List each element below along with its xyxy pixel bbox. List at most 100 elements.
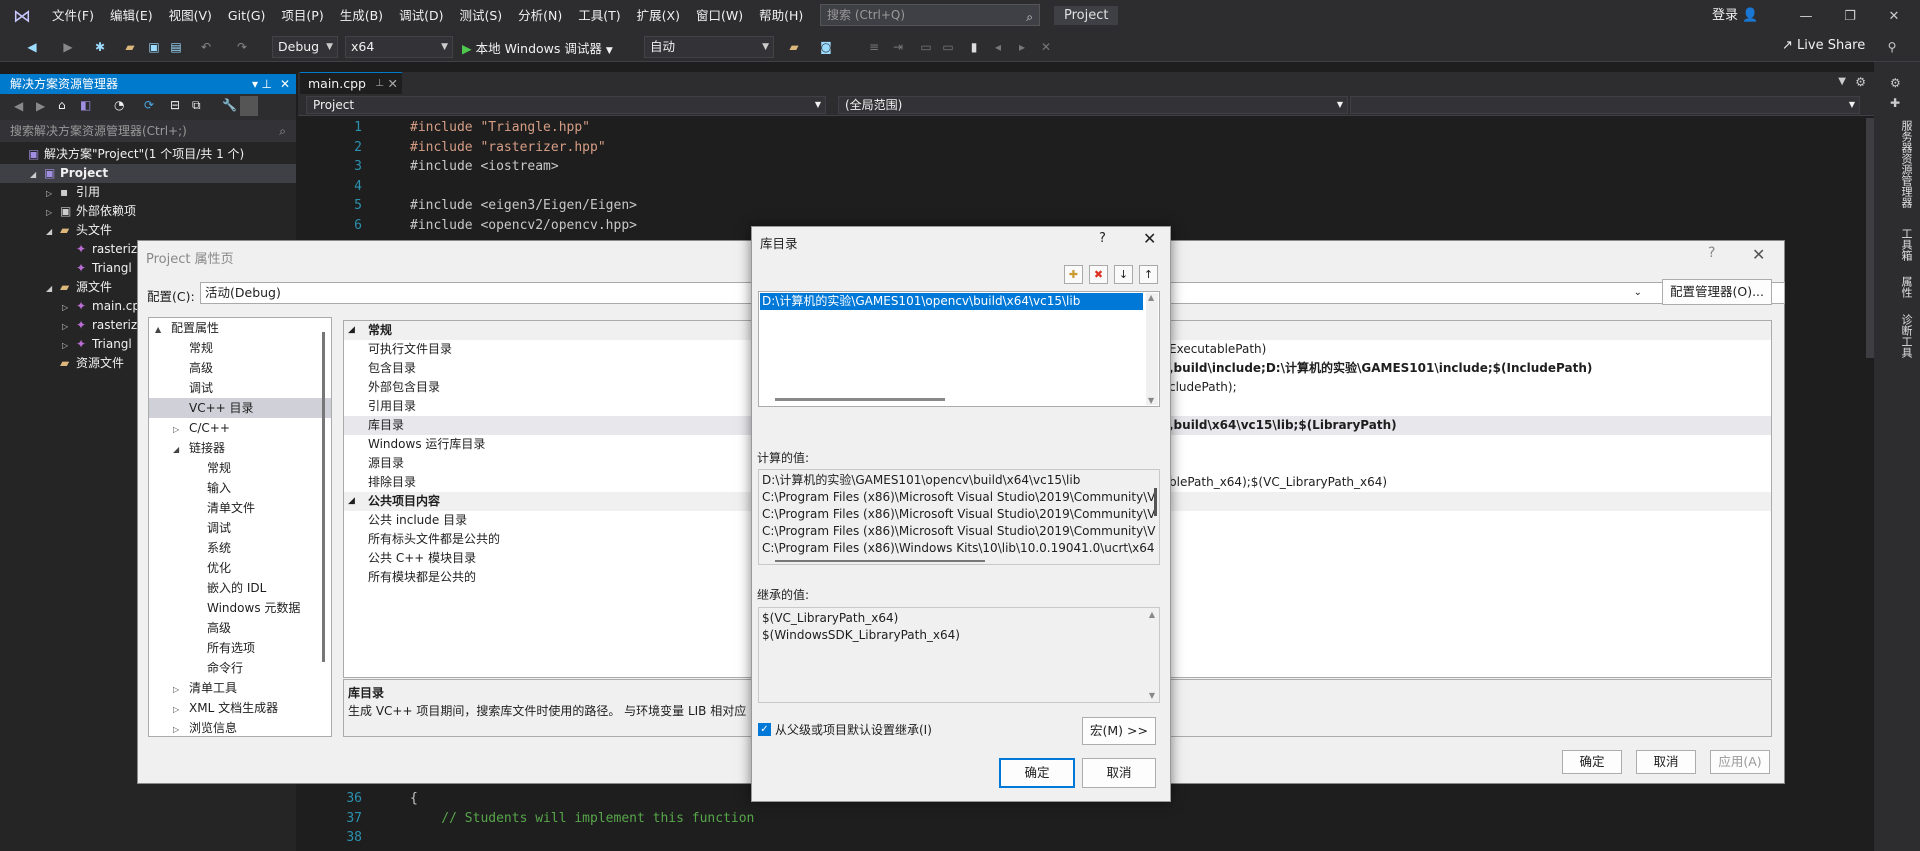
code-text[interactable]: #include <opencv2/opencv.hpp> — [410, 216, 637, 235]
property-value[interactable]: ExecutablePath) — [1169, 340, 1266, 359]
close-icon[interactable]: ✕ — [1143, 229, 1156, 248]
expander-icon[interactable]: ◢ — [46, 279, 60, 298]
diagnostic-tools-tab[interactable]: 诊断工具 — [1898, 314, 1914, 358]
editor-scrollbar[interactable] — [1866, 118, 1874, 358]
feedback-icon[interactable]: ⚲ — [1884, 39, 1900, 55]
evaluated-scrollbar[interactable] — [1154, 488, 1157, 516]
forward-icon[interactable]: ▶ — [60, 39, 76, 55]
pin-icon[interactable]: ⊥ — [262, 74, 272, 94]
macros-button[interactable]: 宏(M) >> — [1082, 717, 1156, 745]
solution-search-input[interactable]: 搜索解决方案资源管理器(Ctrl+;) ⌕ — [0, 120, 296, 142]
expander-icon[interactable]: ▷ — [173, 680, 189, 700]
expander-icon[interactable]: ◢ — [173, 440, 189, 460]
menu-item[interactable]: 分析(N) — [510, 0, 570, 32]
menu-item[interactable]: 视图(V) — [161, 0, 220, 32]
expander-icon[interactable]: ▷ — [46, 203, 60, 222]
property-tree-item[interactable]: 输入 — [149, 478, 331, 498]
close-icon[interactable]: ✕ — [1752, 245, 1765, 264]
help-icon[interactable]: ? — [1099, 231, 1106, 246]
menu-item[interactable]: 测试(S) — [451, 0, 510, 32]
property-tree-item[interactable]: 常规 — [149, 338, 331, 358]
property-tree-item[interactable]: 系统 — [149, 538, 331, 558]
help-icon[interactable]: ? — [1708, 245, 1715, 261]
comment-icon[interactable]: ▭ — [918, 39, 934, 55]
screenshot-icon[interactable]: ◙ — [818, 39, 834, 55]
code-text[interactable]: #include <eigen3/Eigen/Eigen> — [410, 196, 637, 215]
next-bookmark-icon[interactable]: ▸ — [1014, 39, 1030, 55]
open-folder-icon[interactable]: ▰ — [122, 39, 138, 55]
add-icon[interactable]: ✚ — [1890, 96, 1900, 110]
close-icon[interactable]: ✕ — [387, 73, 397, 94]
collapse-icon[interactable]: ◢ — [348, 321, 355, 340]
expander-icon[interactable]: ▷ — [62, 317, 76, 336]
menu-item[interactable]: 帮助(H) — [751, 0, 811, 32]
menu-item[interactable]: 项目(P) — [273, 0, 331, 32]
list-hscrollbar[interactable] — [775, 398, 945, 401]
menu-item[interactable]: 扩展(X) — [629, 0, 688, 32]
property-tree-item[interactable]: 嵌入的 IDL — [149, 578, 331, 598]
property-tree-item[interactable]: 高级 — [149, 618, 331, 638]
prev-bookmark-icon[interactable]: ◂ — [990, 39, 1006, 55]
configuration-manager-button[interactable]: 配置管理器(O)... — [1662, 279, 1772, 305]
move-up-icon[interactable]: ↑ — [1139, 265, 1158, 284]
expander-icon[interactable]: ▷ — [173, 420, 189, 440]
bookmark-icon[interactable]: ▮ — [966, 39, 982, 55]
folder-icon[interactable]: ▰ — [786, 39, 802, 55]
restore-icon[interactable]: ❐ — [1830, 0, 1870, 32]
member-nav-dropdown[interactable]: ▼ — [1350, 96, 1860, 114]
inherit-checkbox[interactable]: ✓ 从父级或项目默认设置继承(I) — [758, 721, 932, 738]
forward-icon[interactable]: ▶ — [36, 99, 45, 113]
menu-item[interactable]: 文件(F) — [44, 0, 102, 32]
pending-changes-icon[interactable]: ◔ — [114, 98, 124, 112]
preview-icon[interactable] — [240, 96, 258, 116]
property-tree-item[interactable]: ▷ XML 文档生成器 — [149, 698, 331, 718]
expander-icon[interactable]: ◢ — [30, 165, 44, 184]
format-icon[interactable]: ≡ — [866, 39, 882, 55]
close-icon[interactable]: ✕ — [280, 74, 290, 94]
menu-item[interactable]: 编辑(E) — [102, 0, 161, 32]
property-tree-item[interactable]: 优化 — [149, 558, 331, 578]
code-text[interactable]: #include "rasterizer.hpp" — [410, 138, 606, 157]
solution-tree-item[interactable]: ◢ ▰ 头文件 — [0, 221, 296, 240]
property-tree-item[interactable]: Windows 元数据 — [149, 598, 331, 618]
show-all-files-icon[interactable]: ⧉ — [192, 98, 201, 113]
scroll-down-icon[interactable]: ▼ — [1148, 396, 1154, 405]
clear-bookmarks-icon[interactable]: ✕ — [1038, 39, 1054, 55]
properties-tab[interactable]: 属性 — [1898, 276, 1914, 298]
expander-icon[interactable]: ▷ — [62, 298, 76, 317]
settings-icon[interactable]: ⚙ — [1890, 76, 1901, 90]
search-input[interactable]: 搜索 (Ctrl+Q) ⌕ — [820, 4, 1040, 26]
code-text[interactable]: { — [410, 789, 418, 808]
solution-tree-item[interactable]: ◢ ▣ Project — [0, 164, 296, 183]
ok-button[interactable]: 确定 — [999, 758, 1075, 788]
switch-views-icon[interactable]: ◧ — [80, 98, 91, 112]
move-down-icon[interactable]: ↓ — [1114, 265, 1133, 284]
expander-icon[interactable]: ▷ — [173, 700, 189, 720]
code-text[interactable]: // Students will implement this function — [410, 809, 754, 828]
tab-dropdown-icon[interactable]: ▼ — [1838, 76, 1846, 87]
menu-item[interactable]: 生成(B) — [332, 0, 391, 32]
property-tree-item[interactable]: 命令行 — [149, 658, 331, 678]
close-icon[interactable]: ✕ — [1874, 0, 1914, 32]
back-icon[interactable]: ◀ — [24, 39, 40, 55]
property-tree-item[interactable]: ▷ C/C++ — [149, 418, 331, 438]
property-tree-item[interactable]: ▷ 清单工具 — [149, 678, 331, 698]
indent-icon[interactable]: ⇥ — [890, 39, 906, 55]
expander-icon[interactable]: ◢ — [46, 222, 60, 241]
login-button[interactable]: 登录 👤 — [1712, 0, 1758, 32]
scroll-down-icon[interactable]: ▼ — [1149, 691, 1155, 700]
tab-main-cpp[interactable]: main.cpp ⊥ ✕ — [300, 72, 402, 94]
property-tree-item[interactable]: ◢ 链接器 — [149, 438, 331, 458]
property-tree-item[interactable]: ▲ 配置属性 — [149, 318, 331, 338]
scroll-up-icon[interactable]: ▲ — [1148, 293, 1154, 302]
code-text[interactable]: #include "Triangle.hpp" — [410, 118, 590, 137]
property-tree-item[interactable]: 所有选项 — [149, 638, 331, 658]
cancel-button[interactable]: 取消 — [1636, 750, 1696, 774]
evaluated-hscrollbar[interactable] — [775, 560, 985, 562]
save-all-icon[interactable]: ▤ — [168, 39, 184, 55]
collapse-all-icon[interactable]: ⊟ — [170, 98, 180, 112]
save-icon[interactable]: ▣ — [146, 39, 162, 55]
properties-icon[interactable]: 🔧 — [222, 98, 237, 112]
property-tree-item[interactable]: VC++ 目录 — [149, 398, 331, 418]
new-project-icon[interactable]: ✱ — [92, 39, 108, 55]
